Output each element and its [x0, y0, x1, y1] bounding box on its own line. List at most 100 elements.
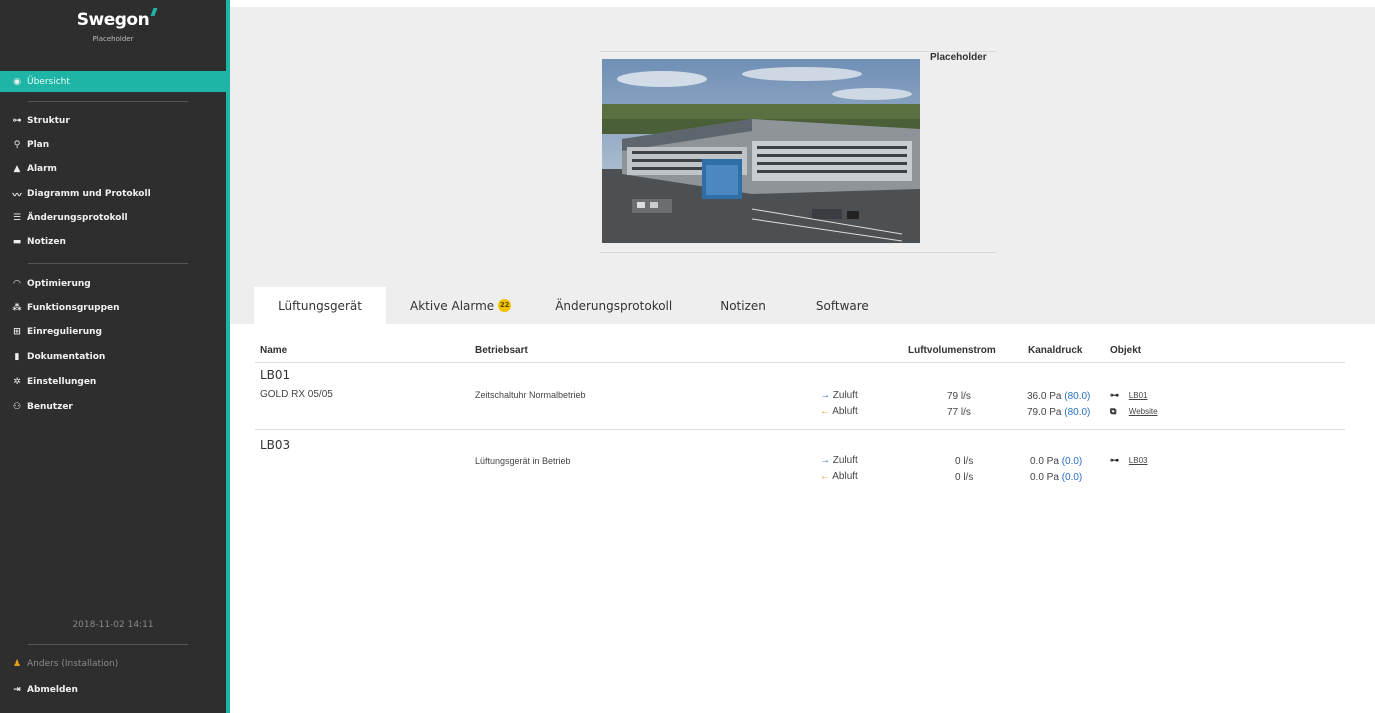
structure-icon: ⊶: [1110, 455, 1119, 465]
tab-bar: Lüftungsgerät Aktive Alarme 22 Änderungs…: [230, 287, 893, 324]
table-divider: [255, 362, 1345, 363]
logout-button[interactable]: ⇥ Abmelden: [0, 680, 226, 700]
tab-lueftungsgeraet[interactable]: Lüftungsgerät: [254, 287, 386, 324]
operating-mode: Lüftungsgerät in Betrieb: [475, 456, 571, 466]
comment-icon: ▬: [12, 237, 22, 247]
column-header-betriebsart: Betriebsart: [475, 345, 528, 356]
object-link[interactable]: LB03: [1129, 456, 1148, 465]
photo-caption: Placeholder: [930, 52, 987, 63]
nav-label: Änderungsprotokoll: [27, 213, 128, 223]
nav-item-plan[interactable]: ⚲ Plan: [0, 135, 226, 155]
unit-name: LB01: [260, 368, 291, 382]
nav-item-alarm[interactable]: ▲ Alarm: [0, 159, 226, 179]
pressure-value: 79.0 Pa: [1027, 407, 1062, 418]
nav-label: Funktionsgruppen: [27, 303, 120, 313]
nav-label: Struktur: [27, 116, 70, 126]
nav-item-einregulierung[interactable]: ⊞ Einregulierung: [0, 322, 226, 342]
nav-item-diagramm[interactable]: 〰 Diagramm und Protokoll: [0, 184, 226, 204]
nav-item-einstellungen[interactable]: ✲ Einstellungen: [0, 372, 226, 392]
nav-item-struktur[interactable]: ⊶ Struktur: [0, 111, 226, 131]
overview-header: Placeholder: [230, 7, 1375, 324]
nav-label: Übersicht: [27, 76, 70, 87]
nav-label: Einregulierung: [27, 327, 103, 337]
pressure-value: 36.0 Pa: [1027, 391, 1062, 402]
divider: [600, 252, 996, 253]
operating-mode: Zeitschaltuhr Normalbetrieb: [475, 390, 586, 400]
gauge-icon: ◠: [13, 279, 21, 289]
chart-icon: 〰: [12, 190, 22, 201]
exhaust-pressure: 0.0 Pa (0.0): [1030, 472, 1082, 483]
website-link[interactable]: Website: [1129, 407, 1158, 416]
website-link-row[interactable]: ⧉ Website: [1110, 406, 1158, 417]
building-photo[interactable]: [602, 59, 920, 243]
supply-air-label: → Zuluft: [820, 455, 858, 466]
column-header-kanaldruck: Kanaldruck: [1028, 345, 1083, 356]
logout-icon: ⇥: [13, 685, 21, 695]
tab-aktive-alarme[interactable]: Aktive Alarme 22: [386, 287, 531, 324]
pressure-setpoint: (0.0): [1061, 472, 1083, 483]
building-photo-frame: [600, 51, 996, 253]
nav-item-funktionsgruppen[interactable]: ⁂ Funktionsgruppen: [0, 298, 226, 318]
structure-icon: ⊶: [1110, 390, 1119, 400]
bell-icon: ▲: [13, 164, 21, 174]
object-link-row[interactable]: ⊶ LB03: [1110, 455, 1147, 466]
external-link-icon: ⧉: [1110, 406, 1117, 416]
pressure-setpoint: (0.0): [1061, 456, 1083, 467]
nav-item-uebersicht[interactable]: ◉ Übersicht: [0, 71, 226, 92]
pressure-value: 0.0 Pa: [1030, 472, 1059, 483]
pressure-setpoint: (80.0): [1064, 407, 1091, 418]
nav-label: Diagramm und Protokoll: [27, 189, 151, 199]
adjust-icon: ⊞: [13, 327, 21, 337]
arrow-right-icon: →: [820, 390, 830, 401]
logo-accent: [150, 8, 158, 16]
nav-label: Alarm: [27, 164, 57, 174]
unit-name: LB03: [260, 438, 291, 452]
eye-icon: ◉: [13, 76, 21, 87]
pressure-setpoint: (80.0): [1064, 391, 1091, 402]
nav-item-notizen[interactable]: ▬ Notizen: [0, 232, 226, 252]
supply-label-text: Zuluft: [832, 455, 858, 466]
structure-icon: ⊶: [12, 116, 22, 126]
nav-label: Einstellungen: [27, 377, 97, 387]
column-header-objekt: Objekt: [1110, 345, 1142, 356]
arrow-left-icon: ←: [820, 406, 830, 417]
current-user[interactable]: ♟ Anders (Installation): [0, 654, 226, 674]
nav-label: Plan: [27, 140, 50, 150]
alarm-count-badge: 22: [498, 299, 512, 312]
arrow-left-icon: ←: [820, 471, 830, 482]
document-icon: ▮: [14, 352, 20, 362]
supply-pressure: 36.0 Pa (80.0): [1027, 391, 1090, 402]
tab-label: Lüftungsgerät: [278, 298, 362, 313]
exhaust-flow: 77 l/s: [947, 407, 971, 418]
supply-air-label: → Zuluft: [820, 390, 858, 401]
nav-label: Notizen: [27, 237, 66, 247]
exhaust-label-text: Abluft: [832, 406, 858, 417]
tab-notizen[interactable]: Notizen: [698, 287, 792, 324]
sidebar-divider: [28, 101, 188, 102]
tab-aenderungsprotokoll[interactable]: Änderungsprotokoll: [531, 287, 698, 324]
tab-software[interactable]: Software: [792, 287, 893, 324]
sidebar-divider: [28, 644, 188, 645]
nav-item-benutzer[interactable]: ⚇ Benutzer: [0, 397, 226, 417]
exhaust-air-label: ← Abluft: [820, 471, 858, 482]
swegon-logo[interactable]: Swegon: [76, 8, 158, 30]
exhaust-air-label: ← Abluft: [820, 406, 858, 417]
exhaust-label-text: Abluft: [832, 471, 858, 482]
object-link[interactable]: LB01: [1129, 391, 1148, 400]
object-link-row[interactable]: ⊶ LB01: [1110, 390, 1147, 401]
site-subtitle: Placeholder: [92, 35, 134, 43]
list-icon: ☰: [12, 213, 22, 223]
nav-item-dokumentation[interactable]: ▮ Dokumentation: [0, 347, 226, 367]
nav-item-optimierung[interactable]: ◠ Optimierung: [0, 274, 226, 294]
nav-item-aenderungsprotokoll[interactable]: ☰ Änderungsprotokoll: [0, 208, 226, 228]
logo-text: Swegon: [76, 10, 150, 30]
tab-label: Änderungsprotokoll: [555, 298, 673, 313]
exhaust-pressure: 79.0 Pa (80.0): [1027, 407, 1090, 418]
last-update-timestamp: 2018-11-02 14:11: [72, 620, 154, 630]
column-header-luftvolumenstrom: Luftvolumenstrom: [908, 345, 996, 356]
nav-label: Benutzer: [27, 402, 73, 412]
exhaust-flow: 0 l/s: [955, 472, 974, 483]
tab-label: Notizen: [720, 298, 766, 313]
supply-flow: 79 l/s: [947, 391, 971, 402]
user-icon: ♟: [12, 659, 22, 669]
